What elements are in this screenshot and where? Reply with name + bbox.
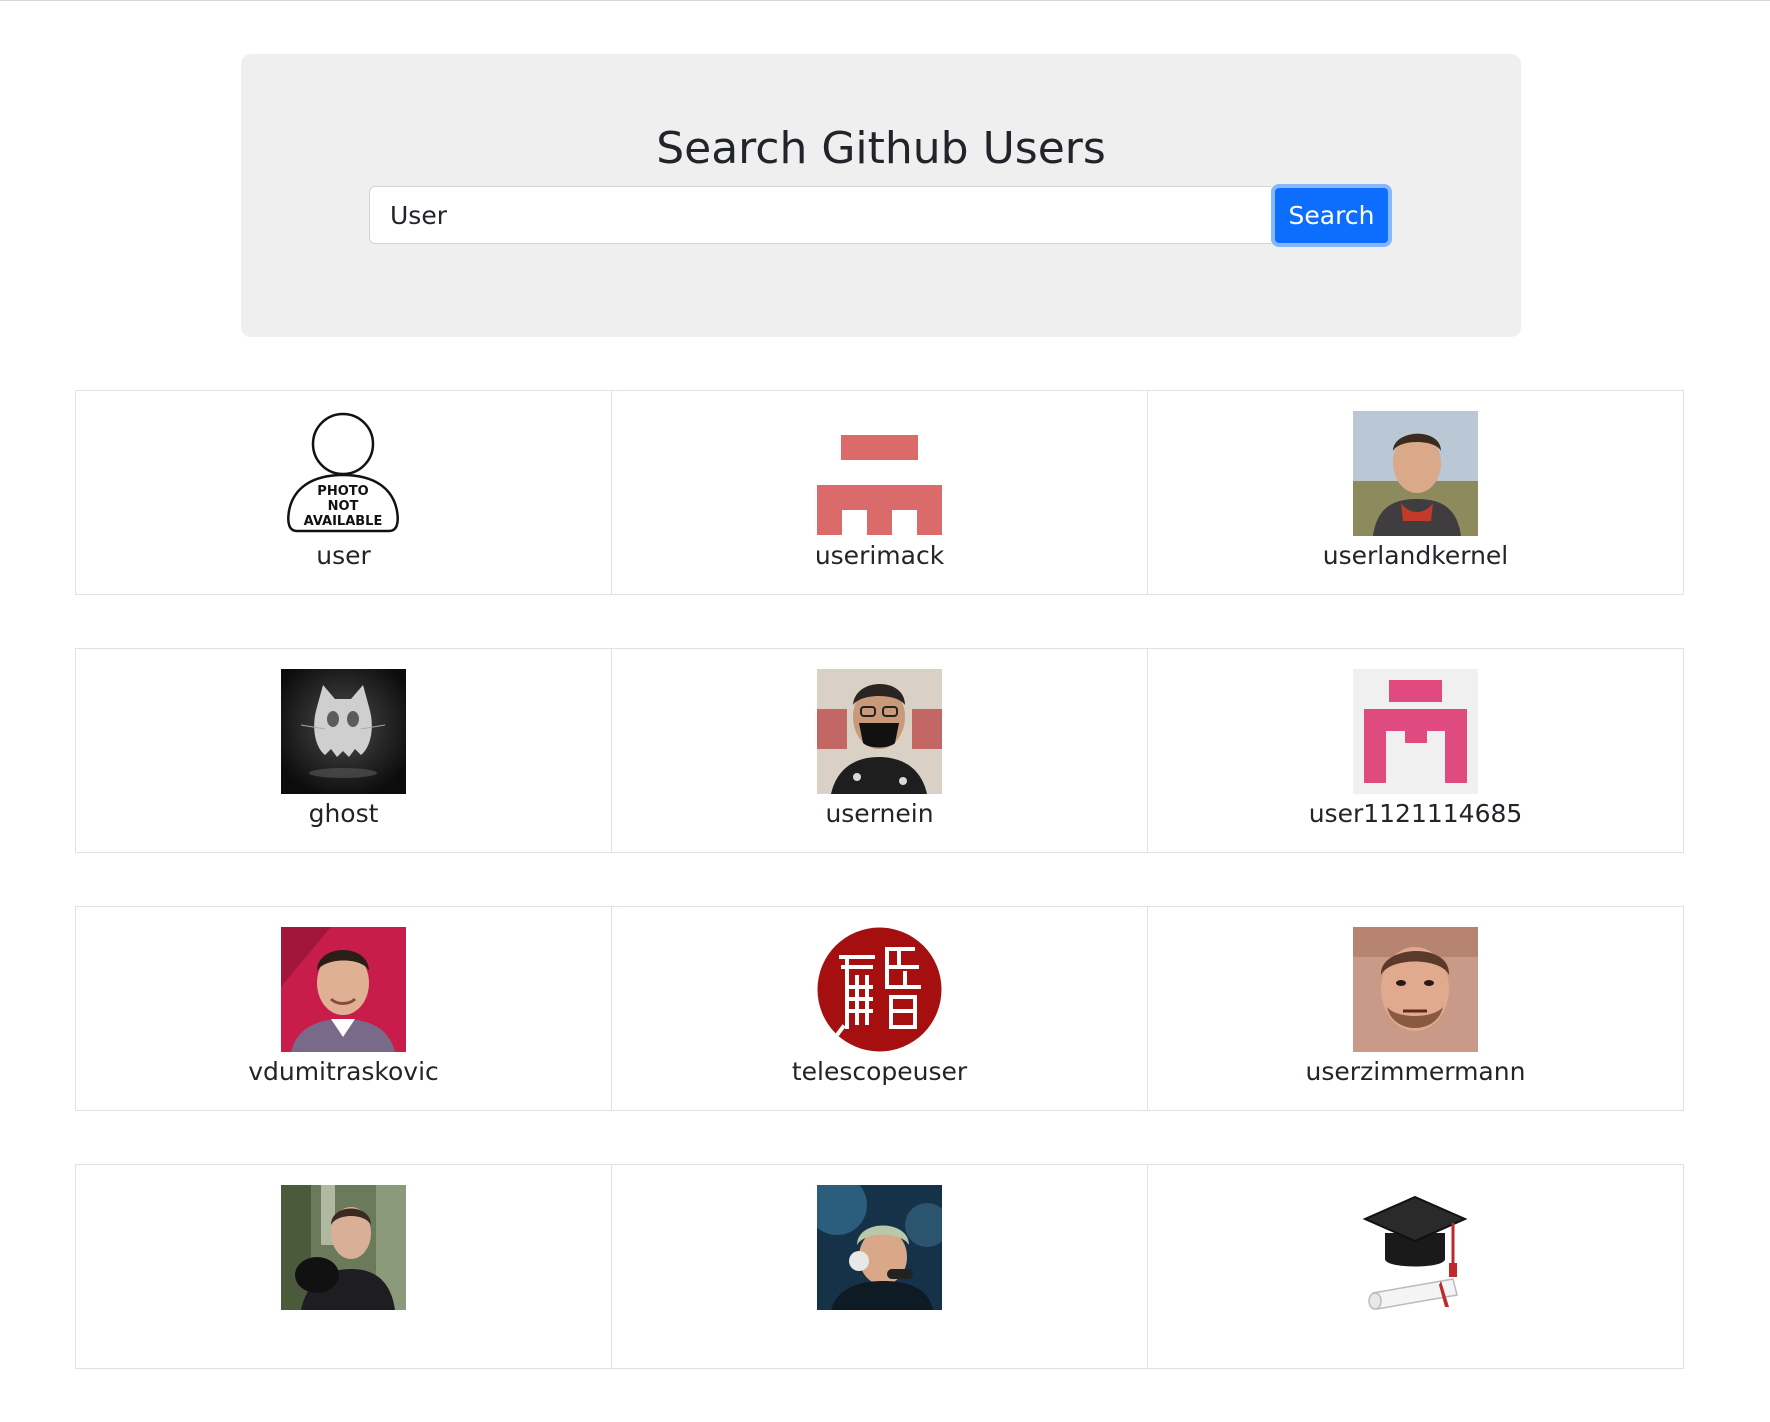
user-card[interactable]: usernein <box>611 648 1148 853</box>
user-card[interactable] <box>611 1164 1148 1369</box>
results-row <box>75 1164 1686 1369</box>
user-results-grid: PHOTO NOT AVAILABLE user userimack userl… <box>75 390 1686 1422</box>
placeholder-text-line2: NOT <box>328 499 359 514</box>
photo-man-red-bg <box>281 927 406 1052</box>
search-input[interactable] <box>369 186 1271 244</box>
page-title: Search Github Users <box>656 123 1106 174</box>
user-card[interactable]: userzimmermann <box>1147 906 1684 1111</box>
identicon-red <box>817 411 942 536</box>
user-card[interactable]: userimack <box>611 390 1148 595</box>
user-login: vdumitraskovic <box>248 1057 439 1086</box>
graduation-cap-icon <box>1353 1185 1478 1310</box>
user-login: user <box>316 541 371 570</box>
user-card[interactable]: PHOTO NOT AVAILABLE user <box>75 390 612 595</box>
photo-not-available-icon: PHOTO NOT AVAILABLE <box>281 411 406 536</box>
photo-man-headphones <box>817 1185 942 1310</box>
identicon-pink <box>1353 669 1478 794</box>
seal-red-circle <box>817 927 942 1052</box>
user-login: userzimmermann <box>1305 1057 1526 1086</box>
results-row: ghost usernein user1121114685 <box>75 648 1686 853</box>
user-login: userlandkernel <box>1322 541 1509 570</box>
search-panel: Search Github Users Search <box>241 54 1521 337</box>
user-login: telescopeuser <box>791 1057 968 1086</box>
user-card[interactable]: user1121114685 <box>1147 648 1684 853</box>
placeholder-text-line1: PHOTO <box>317 484 368 499</box>
photo-man-outdoors <box>1353 411 1478 536</box>
user-card[interactable]: vdumitraskovic <box>75 906 612 1111</box>
photo-man-beard <box>1353 927 1478 1052</box>
placeholder-text-line3: AVAILABLE <box>304 514 383 529</box>
top-divider <box>0 0 1770 1</box>
user-card[interactable] <box>1147 1164 1684 1369</box>
photo-man-mask <box>817 669 942 794</box>
user-login: usernein <box>825 799 934 828</box>
results-row: PHOTO NOT AVAILABLE user userimack userl… <box>75 390 1686 595</box>
photo-man-trees <box>281 1185 406 1310</box>
results-row: vdumitraskovic telescopeuser userzimmerm… <box>75 906 1686 1111</box>
user-card[interactable]: userlandkernel <box>1147 390 1684 595</box>
user-card[interactable] <box>75 1164 612 1369</box>
user-login: user1121114685 <box>1308 799 1523 828</box>
user-card[interactable]: telescopeuser <box>611 906 1148 1111</box>
ghost-octocat-icon <box>281 669 406 794</box>
user-login: ghost <box>308 799 379 828</box>
user-login: userimack <box>814 541 945 570</box>
search-button[interactable]: Search <box>1271 184 1392 247</box>
user-card[interactable]: ghost <box>75 648 612 853</box>
